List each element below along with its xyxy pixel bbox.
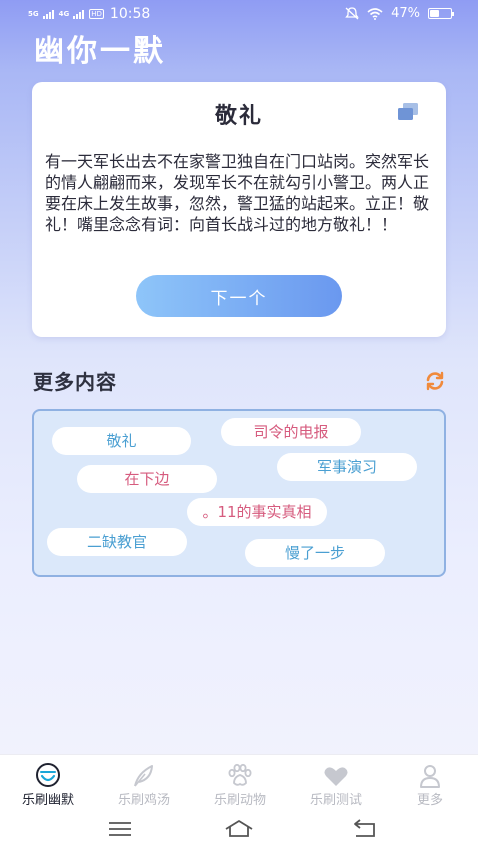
wifi-icon [367,7,383,20]
battery-fill [430,10,440,17]
tag-item[interactable]: 在下边 [77,465,217,493]
battery-text: 47% [391,6,420,21]
home-icon[interactable] [223,818,255,840]
refresh-icon[interactable] [424,370,446,392]
hd-badge: HD [89,9,104,19]
joke-card: 敬礼 有一天军长出去不在家警卫独自在门口站岗。突然军长的情人翩翩而来，发现军长不… [32,82,446,337]
heart-icon [324,767,348,786]
nav-label: 乐刷动物 [213,793,266,808]
joke-text: 有一天军长出去不在家警卫独自在门口站岗。突然军长的情人翩翩而来，发现军长不在就勾… [45,152,430,234]
app-title: 幽你一默 [34,34,166,69]
tag-item[interactable]: 军事演习 [277,453,417,481]
tag-item[interactable]: 司令的电报 [221,418,361,446]
nav-label: 更多 [416,793,443,808]
back-icon[interactable] [348,818,380,840]
copy-icon[interactable] [396,102,420,122]
bottom-nav: 乐刷幽默 乐刷鸡汤 乐刷动物 乐刷测试 更多 [0,754,478,812]
tag-item[interactable]: 二缺教官 [47,528,187,556]
more-content-title: 更多内容 [33,370,117,394]
nav-item-more[interactable]: 更多 [382,755,478,813]
nav-item-soup[interactable]: 乐刷鸡汤 [96,755,192,813]
signal-4g: 4G [58,9,70,18]
tag-panel: 敬礼 司令的电报 军事演习 在下边 。11的事实真相 二缺教官 慢了一步 [32,409,446,577]
nav-item-humor[interactable]: 乐刷幽默 [0,755,96,813]
system-nav-bar [0,812,478,850]
tag-item[interactable]: 敬礼 [52,427,191,455]
person-icon [420,765,440,788]
nav-item-test[interactable]: 乐刷测试 [288,755,384,813]
signal-bars-icon [73,9,85,19]
feather-icon [134,765,153,787]
signal-bars-icon [42,9,54,19]
tag-item[interactable]: 。11的事实真相 [187,498,327,526]
nav-label: 乐刷鸡汤 [117,793,170,808]
nav-item-animals[interactable]: 乐刷动物 [192,755,288,813]
battery-icon [428,8,454,19]
tag-item[interactable]: 慢了一步 [245,539,385,567]
nav-label: 乐刷测试 [309,793,362,808]
status-time: 10:58 [109,6,151,22]
status-right: 47% [345,6,454,21]
smile-icon [36,763,60,787]
status-left: 5G 4G HD 10:58 [28,6,150,22]
signal-5g: 5G [28,9,39,18]
joke-title: 敬礼 [214,104,263,129]
nav-label: 乐刷幽默 [21,793,74,808]
paw-icon [228,763,252,786]
mute-icon [345,7,359,20]
next-button[interactable]: 下一个 [136,275,342,317]
menu-icon[interactable] [104,818,136,840]
